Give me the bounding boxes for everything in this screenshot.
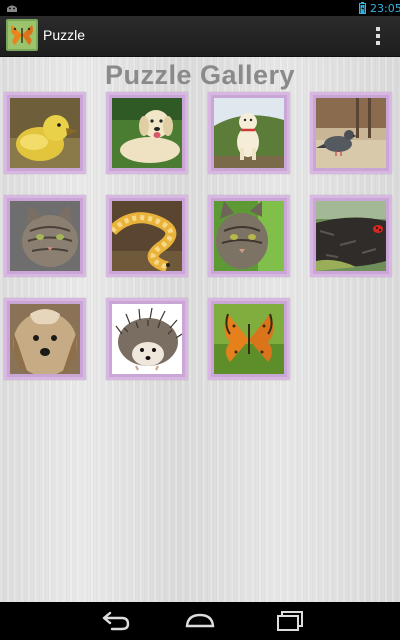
home-icon[interactable] xyxy=(175,606,225,636)
butterfly-image xyxy=(214,304,284,374)
battery-charging-icon xyxy=(359,2,366,14)
yorkshire-terrier-image xyxy=(10,304,80,374)
puzzle-tile-yorkshire-terrier[interactable] xyxy=(4,298,86,380)
butterfly-app-icon[interactable] xyxy=(6,19,38,51)
puzzle-tile-butterfly[interactable] xyxy=(208,298,290,380)
puzzle-tile-cat-in-grass[interactable] xyxy=(208,195,290,277)
cat-in-grass-image xyxy=(214,201,284,271)
puzzle-tile-pigeon[interactable] xyxy=(310,92,392,174)
recent-apps-icon[interactable] xyxy=(265,606,315,636)
puzzle-tile-tabby-cat[interactable] xyxy=(4,195,86,277)
pigeon-image xyxy=(316,98,386,168)
puzzle-tile-duckling[interactable] xyxy=(4,92,86,174)
golden-retriever-image xyxy=(112,98,182,168)
puzzle-tile-ladybug[interactable] xyxy=(310,195,392,277)
page-title: Puzzle Gallery xyxy=(104,60,296,90)
puzzle-tile-golden-retriever[interactable] xyxy=(106,92,188,174)
puzzle-tile-labrador[interactable] xyxy=(208,92,290,174)
hedgehog-image xyxy=(112,304,182,374)
status-bar: 23:05 xyxy=(0,0,400,16)
puzzle-tile-corn-snake[interactable] xyxy=(106,195,188,277)
duckling-image xyxy=(10,98,80,168)
corn-snake-image xyxy=(112,201,182,271)
android-notification-icon xyxy=(7,5,17,12)
ladybug-image xyxy=(316,201,386,271)
labrador-image xyxy=(214,98,284,168)
action-bar: Puzzle xyxy=(0,16,400,57)
overflow-menu-icon[interactable] xyxy=(368,22,388,50)
status-time: 23:05 xyxy=(370,2,400,15)
back-icon[interactable] xyxy=(90,606,140,636)
navigation-bar xyxy=(0,602,400,640)
puzzle-gallery: Puzzle Gallery xyxy=(0,57,400,602)
app-title: Puzzle xyxy=(43,27,86,43)
tabby-cat-image xyxy=(10,201,80,271)
puzzle-tile-hedgehog[interactable] xyxy=(106,298,188,380)
